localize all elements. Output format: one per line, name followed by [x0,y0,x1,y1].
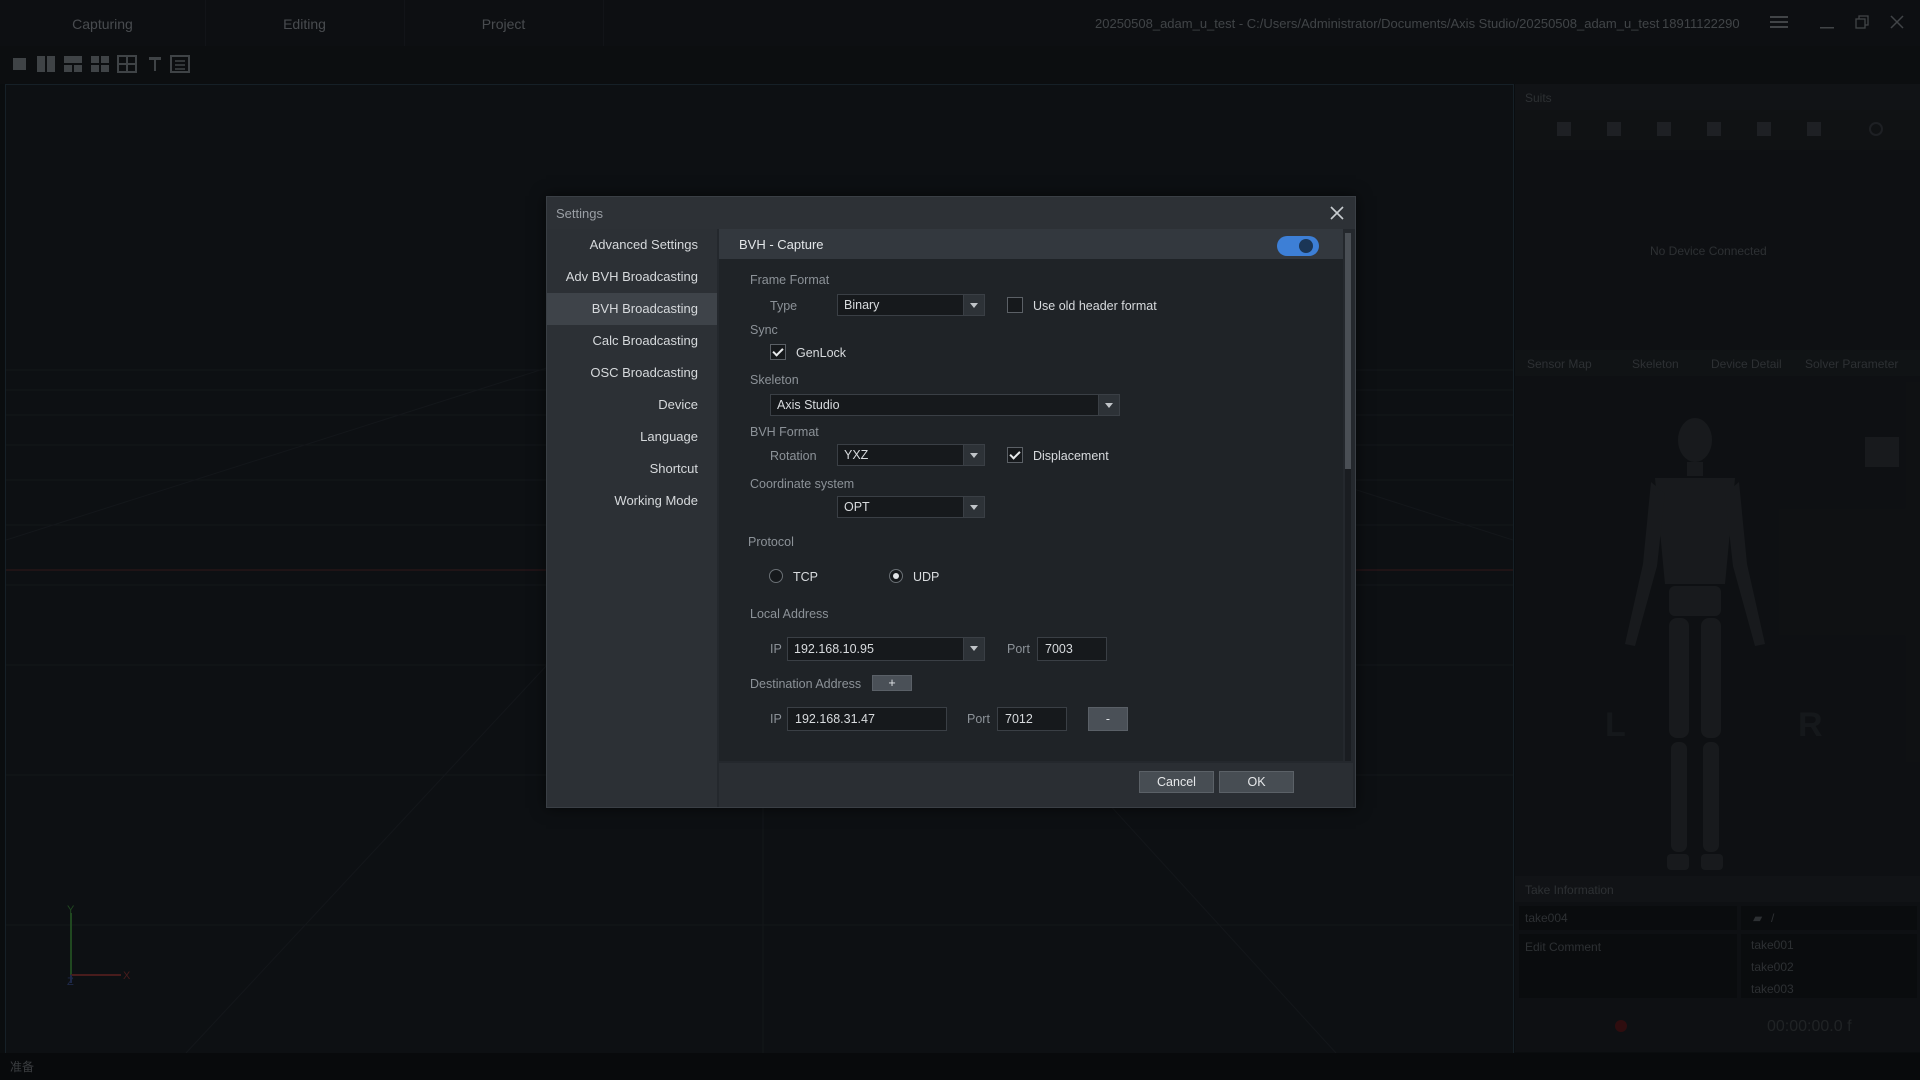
dialog-title: Settings [556,206,603,221]
close-icon[interactable] [1325,201,1349,225]
skeleton-heading: Skeleton [750,373,799,387]
nav-advanced-settings[interactable]: Advanced Settings [547,229,717,261]
local-ip-value: 192.168.10.95 [794,642,874,656]
settings-dialog: Settings Advanced Settings Adv BVH Broad… [546,196,1356,808]
rotation-value: YXZ [844,448,869,462]
nav-device[interactable]: Device [547,389,717,421]
old-header-label: Use old header format [1033,299,1157,313]
nav-adv-bvh-broadcasting[interactable]: Adv BVH Broadcasting [547,261,717,293]
dest-ip-value: 192.168.31.47 [795,712,875,726]
toggle-knob [1299,239,1313,253]
cancel-button[interactable]: Cancel [1139,771,1214,793]
genlock-checkbox[interactable] [770,344,786,360]
local-ip-label: IP [770,642,782,656]
udp-label: UDP [913,570,940,584]
bvh-format-heading: BVH Format [750,425,819,439]
coordinate-heading: Coordinate system [750,477,855,491]
tcp-radio[interactable] [769,569,783,583]
protocol-heading: Protocol [748,535,794,549]
rotation-dropdown[interactable]: YXZ [837,444,985,466]
dest-port-value: 7012 [1005,712,1033,726]
type-dropdown[interactable]: Binary [837,294,985,316]
chevron-down-icon [963,295,984,315]
dest-ip-field[interactable]: 192.168.31.47 [787,707,947,731]
frame-format-heading: Frame Format [750,273,830,287]
destination-heading: Destination Address [750,677,862,691]
add-destination-button[interactable]: + [872,675,912,691]
displacement-checkbox[interactable] [1007,447,1023,463]
skeleton-value: Axis Studio [777,398,840,412]
ok-button[interactable]: OK [1219,771,1294,793]
nav-working-mode[interactable]: Working Mode [547,485,717,517]
udp-radio[interactable] [889,569,903,583]
enable-toggle[interactable] [1277,236,1319,256]
rotation-label: Rotation [770,449,817,463]
local-address-heading: Local Address [750,607,829,621]
old-header-checkbox[interactable] [1007,297,1023,313]
chevron-down-icon [1098,395,1119,415]
type-label: Type [770,299,798,313]
genlock-label: GenLock [796,346,847,360]
dialog-title-bar: Settings [547,197,1355,229]
tcp-label: TCP [793,570,818,584]
nav-calc-broadcasting[interactable]: Calc Broadcasting [547,325,717,357]
nav-bvh-broadcasting[interactable]: BVH Broadcasting [547,293,717,325]
dest-port-field[interactable]: 7012 [997,707,1067,731]
chevron-down-icon [963,445,984,465]
dest-ip-label: IP [770,712,782,726]
skeleton-dropdown[interactable]: Axis Studio [770,394,1120,416]
type-value: Binary [844,298,880,312]
nav-osc-broadcasting[interactable]: OSC Broadcasting [547,357,717,389]
nav-language[interactable]: Language [547,421,717,453]
coordinate-dropdown[interactable]: OPT [837,496,985,518]
nav-shortcut[interactable]: Shortcut [547,453,717,485]
local-port-field[interactable]: 7003 [1037,637,1107,661]
settings-nav: Advanced Settings Adv BVH Broadcasting B… [547,229,717,807]
local-ip-dropdown[interactable]: 192.168.10.95 [787,637,985,661]
coordinate-value: OPT [844,500,870,514]
displacement-label: Displacement [1033,449,1109,463]
dest-port-label: Port [967,712,990,726]
chevron-down-icon [963,497,984,517]
remove-destination-button[interactable]: - [1088,707,1128,731]
sync-heading: Sync [750,323,778,337]
section-title: BVH - Capture [739,237,824,252]
scrollbar-thumb[interactable] [1345,233,1351,469]
local-port-value: 7003 [1045,642,1073,656]
local-port-label: Port [1007,642,1030,656]
chevron-down-icon [963,638,984,660]
